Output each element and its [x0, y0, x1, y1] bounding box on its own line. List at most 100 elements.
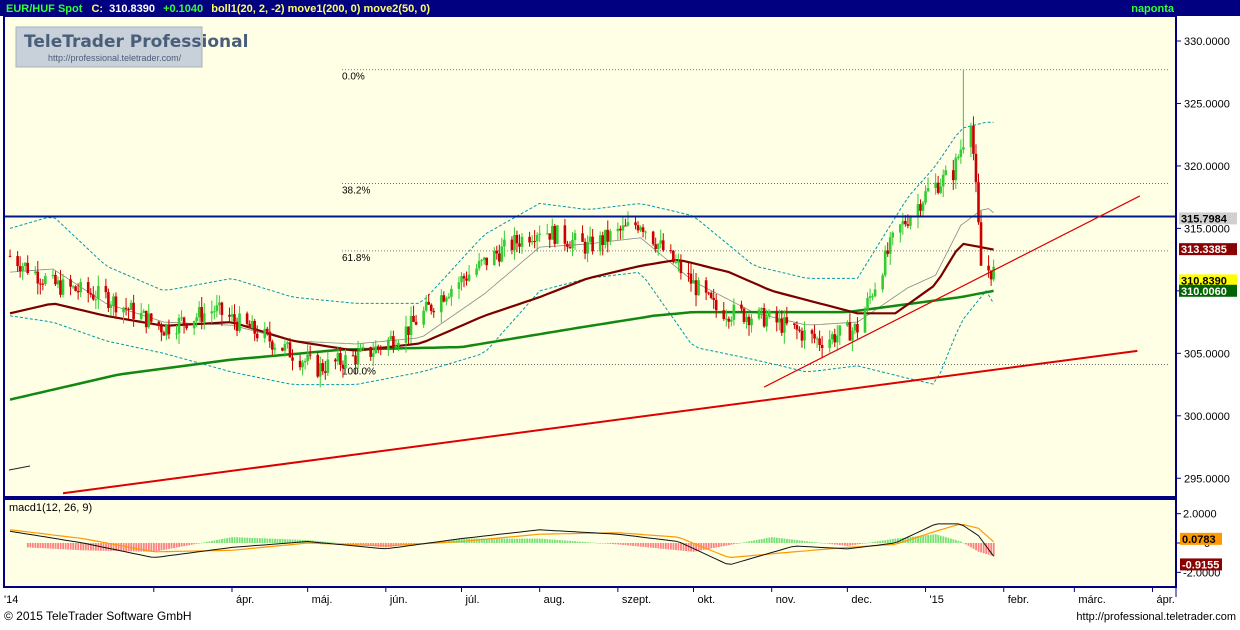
- histogram-bar-positive: [332, 542, 334, 543]
- fib-level-label: 100.0%: [342, 367, 376, 378]
- candle-down: [265, 328, 269, 332]
- interval-label[interactable]: naponta: [1131, 3, 1175, 15]
- histogram-bar-positive: [818, 542, 821, 544]
- candle-up: [538, 233, 541, 235]
- x-tick-label: '14: [4, 594, 18, 606]
- histogram-bar-positive: [274, 538, 276, 543]
- histogram-bar-negative: [642, 543, 645, 547]
- candle-up: [535, 234, 539, 242]
- candle-down: [167, 324, 171, 335]
- histogram-bar-negative: [970, 543, 972, 548]
- histogram-bar-positive: [755, 539, 758, 543]
- candle-down: [515, 234, 519, 244]
- histogram-bar-negative: [982, 543, 985, 554]
- candle-down: [606, 229, 610, 242]
- candle-down: [974, 153, 978, 183]
- candle-up: [480, 260, 483, 262]
- candle-up: [23, 262, 27, 267]
- histogram-bar-negative: [135, 543, 138, 552]
- histogram-bar-negative: [826, 543, 829, 544]
- candle-down: [634, 222, 637, 226]
- candle-up: [147, 313, 151, 328]
- histogram-bar-positive: [276, 538, 279, 543]
- candle-down: [268, 331, 272, 342]
- candle-up: [883, 250, 887, 276]
- candle-up: [165, 324, 168, 336]
- candle-up: [21, 266, 24, 272]
- candle-down: [308, 354, 312, 356]
- histogram-bar-positive: [493, 538, 496, 543]
- histogram-bar-positive: [236, 537, 239, 543]
- histogram-bar-positive: [955, 540, 957, 543]
- histogram-bar-negative: [836, 543, 839, 545]
- histogram-bar-negative: [831, 543, 834, 545]
- histogram-bar-negative: [178, 543, 181, 548]
- histogram-bar-negative: [730, 543, 733, 545]
- candle-down: [271, 341, 274, 350]
- histogram-bar-positive: [205, 541, 208, 543]
- candle-up: [213, 311, 216, 313]
- candle-up: [520, 236, 524, 247]
- fib-level-label: 0.0%: [342, 72, 365, 83]
- histogram-bar-negative: [975, 543, 977, 551]
- histogram-bar-positive: [246, 537, 249, 543]
- candle-up: [677, 261, 680, 263]
- candle-down: [987, 265, 990, 271]
- histogram-bar-positive: [253, 538, 256, 543]
- candle-down: [185, 323, 188, 329]
- histogram-bar-positive: [266, 538, 269, 543]
- histogram-bar-positive: [768, 537, 771, 543]
- candle-up: [757, 309, 761, 319]
- candle-down: [936, 182, 940, 193]
- candle-down: [233, 314, 236, 322]
- candle-down: [495, 250, 499, 254]
- candle-up: [177, 317, 181, 334]
- histogram-bar-negative: [183, 543, 186, 547]
- histogram-bar-negative: [79, 543, 82, 551]
- histogram-bar-positive: [571, 541, 574, 543]
- histogram-bar-positive: [251, 537, 254, 543]
- chart-canvas[interactable]: 0.0% 38.2% 61.8% 100.0% TeleTrader Professi…: [0, 0, 1240, 625]
- footer-url[interactable]: http://professional.teletrader.com: [1076, 611, 1236, 623]
- histogram-bar-negative: [122, 543, 125, 552]
- candle-down: [780, 318, 784, 333]
- histogram-bar-positive: [211, 540, 213, 543]
- histogram-bar-negative: [59, 543, 62, 550]
- candle-down: [661, 240, 665, 251]
- logo-title: TeleTrader Professional: [24, 32, 248, 52]
- histogram-bar-negative: [193, 543, 196, 545]
- histogram-bar-positive: [243, 537, 246, 543]
- candle-down: [86, 282, 90, 294]
- histogram-bar-positive: [528, 538, 531, 543]
- histogram-bar-negative: [77, 543, 80, 551]
- candle-up: [830, 334, 834, 340]
- candle-down: [220, 302, 224, 315]
- histogram-bar-positive: [942, 536, 945, 543]
- logo-url: http://professional.teletrader.com/: [48, 53, 182, 63]
- histogram-bar-negative: [738, 543, 740, 544]
- histogram-bar-negative: [677, 543, 680, 551]
- histogram-bar-positive: [891, 538, 894, 543]
- candle-down: [687, 273, 690, 275]
- candle-down: [354, 355, 357, 365]
- histogram-bar-negative: [344, 543, 347, 544]
- candle-down: [200, 307, 204, 322]
- candle-up: [477, 260, 481, 269]
- candle-up: [71, 286, 75, 288]
- candle-up: [301, 362, 304, 368]
- histogram-bar-positive: [929, 534, 932, 543]
- histogram-bar-positive: [226, 538, 228, 543]
- candle-down: [69, 279, 72, 287]
- histogram-bar-negative: [62, 543, 65, 550]
- candle-down: [321, 363, 325, 372]
- histogram-bar-positive: [932, 534, 935, 543]
- histogram-bar-negative: [965, 543, 967, 545]
- candle-up: [371, 353, 375, 357]
- histogram-bar-negative: [702, 543, 705, 550]
- histogram-bar-negative: [190, 543, 193, 545]
- fib-level-label: 61.8%: [342, 253, 370, 264]
- histogram-bar-positive: [949, 538, 952, 543]
- candle-down: [228, 314, 231, 317]
- candle-down: [127, 308, 130, 310]
- histogram-bar-positive: [281, 539, 284, 543]
